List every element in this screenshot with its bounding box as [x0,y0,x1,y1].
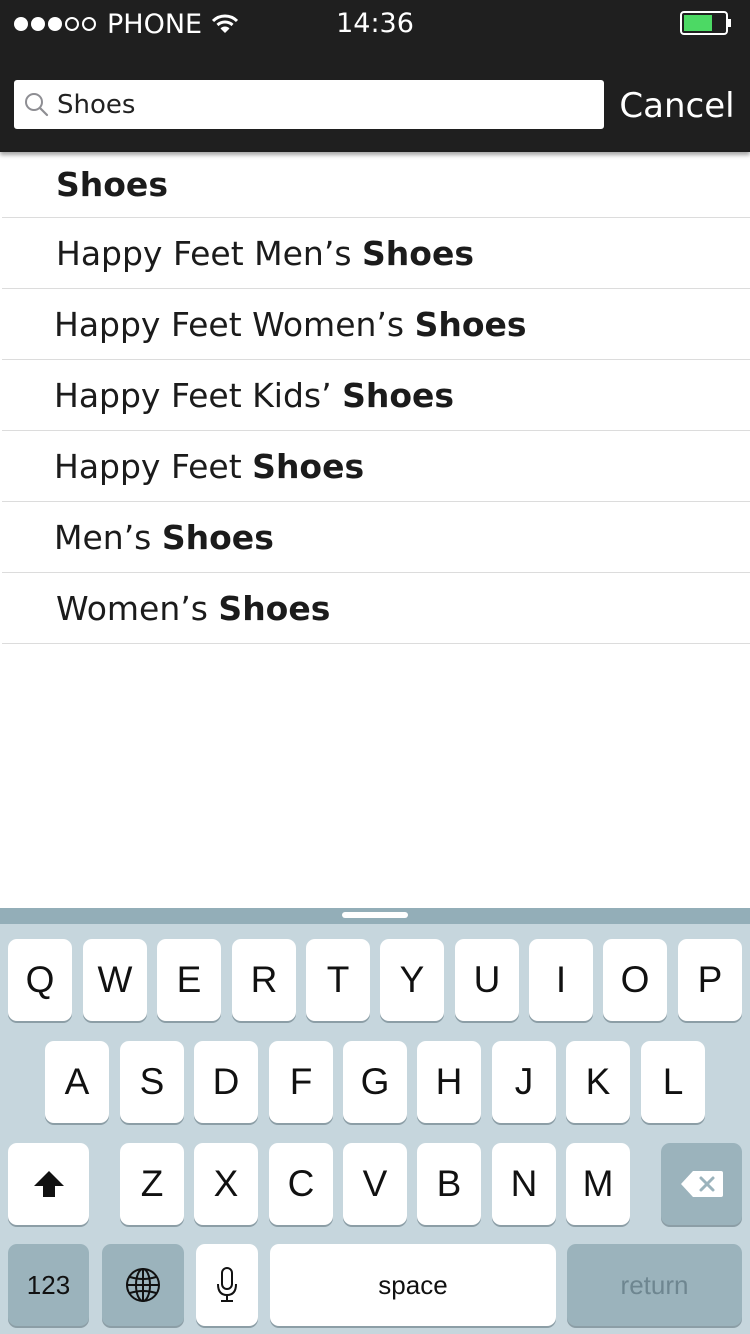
key-u[interactable]: U [455,939,519,1021]
key-e[interactable]: E [157,939,221,1021]
key-r[interactable]: R [232,939,296,1021]
key-j[interactable]: J [492,1041,556,1123]
key-z[interactable]: Z [120,1143,184,1225]
status-bar: PHONE 14:36 [0,0,750,48]
suggestion-item[interactable]: Happy Feet Kids’ Shoes [2,360,750,431]
key-t[interactable]: T [306,939,370,1021]
battery-icon [680,11,731,35]
key-y[interactable]: Y [380,939,444,1021]
suggestion-match: Shoes [161,517,274,557]
key-p[interactable]: P [678,939,742,1021]
shift-arrow-icon [33,1171,64,1197]
key-n[interactable]: N [492,1143,556,1225]
key-v[interactable]: V [343,1143,407,1225]
cancel-button[interactable]: Cancel [612,80,742,132]
keyboard: Q W E R T Y U I O P A S D F G H J K L Z … [0,908,750,1334]
search-icon [25,93,49,117]
suggestion-prefix: Men’s [54,517,162,557]
suggestion-match: Shoes [218,588,331,628]
status-time: 14:36 [336,8,414,39]
key-h[interactable]: H [417,1041,481,1123]
keyboard-drag-handle[interactable] [342,912,408,918]
suggestion-prefix: Women’s [56,588,219,628]
dictation-key[interactable] [196,1244,258,1326]
key-i[interactable]: I [529,939,593,1021]
suggestion-item[interactable]: Happy Feet Men’s Shoes [2,218,750,289]
search-input[interactable] [57,86,587,124]
globe-icon [126,1268,160,1302]
key-w[interactable]: W [83,939,147,1021]
return-key[interactable]: return [567,1244,742,1326]
globe-key[interactable] [102,1244,184,1326]
key-a[interactable]: A [45,1041,109,1123]
suggestion-prefix: Happy Feet Women’s [54,304,415,344]
key-q[interactable]: Q [8,939,72,1021]
suggestion-match: Shoes [414,304,527,344]
search-header: PHONE 14:36 Cancel [0,0,750,152]
suggestion-item[interactable]: Happy Feet Shoes [2,431,750,502]
space-key[interactable]: space [270,1244,556,1326]
backspace-icon [680,1171,723,1197]
microphone-icon [217,1267,237,1302]
key-c[interactable]: C [269,1143,333,1225]
search-field[interactable] [14,80,604,129]
suggestion-match: Shoes [56,165,168,204]
key-o[interactable]: O [603,939,667,1021]
backspace-key[interactable] [661,1143,742,1225]
key-m[interactable]: M [566,1143,630,1225]
key-l[interactable]: L [641,1041,705,1123]
suggestion-prefix: Happy Feet Men’s [56,233,363,273]
suggestion-item[interactable]: Happy Feet Women’s Shoes [2,289,750,360]
numbers-key[interactable]: 123 [8,1244,89,1326]
key-s[interactable]: S [120,1041,184,1123]
shift-key[interactable] [8,1143,89,1225]
suggestion-item[interactable]: Women’s Shoes [2,573,750,644]
suggestion-prefix: Happy Feet [54,446,253,486]
key-g[interactable]: G [343,1041,407,1123]
suggestion-match: Shoes [252,446,365,486]
suggestion-match: Shoes [342,375,455,415]
suggestion-item[interactable]: Shoes [2,152,750,218]
key-b[interactable]: B [417,1143,481,1225]
key-d[interactable]: D [194,1041,258,1123]
key-x[interactable]: X [194,1143,258,1225]
suggestion-prefix: Happy Feet Kids’ [54,375,343,415]
suggestion-list: Shoes Happy Feet Men’s Shoes Happy Feet Wo… [0,152,750,644]
keyboard-handle-bar [0,908,750,924]
suggestion-item[interactable]: Men’s Shoes [2,502,750,573]
suggestion-match: Shoes [362,233,474,273]
key-f[interactable]: F [269,1041,333,1123]
key-k[interactable]: K [566,1041,630,1123]
